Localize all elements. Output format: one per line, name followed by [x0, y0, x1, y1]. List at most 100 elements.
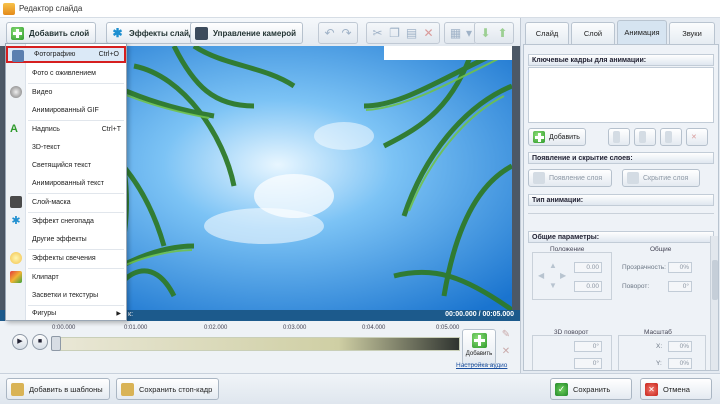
appear-layer-button[interactable]: Появление слоя: [528, 169, 612, 187]
glow-icon: [10, 252, 22, 264]
menu-item-mask-layer[interactable]: Слой-маска: [6, 194, 126, 211]
paste-icon[interactable]: ▤: [405, 26, 418, 40]
submenu-arrow-icon: ▶: [116, 311, 121, 317]
camera-control-label: Управление камерой: [213, 28, 297, 38]
common-label: Общие: [650, 246, 672, 253]
save-button[interactable]: ✓ Сохранить: [550, 378, 632, 400]
menu-item-label: Фото с оживлением: [32, 70, 96, 77]
video-reel-icon: [10, 86, 22, 98]
stop-button[interactable]: ■: [32, 334, 48, 350]
tab-animation[interactable]: Анимация: [617, 20, 667, 44]
layout-group: ▦ ▾: [444, 22, 477, 44]
tab-sounds[interactable]: Звуки: [669, 22, 715, 44]
menu-item-other-effects[interactable]: Другие эффекты: [6, 231, 126, 248]
arrow-down-icon: ▼: [549, 281, 557, 290]
animation-type-heading: Тип анимации:: [528, 194, 714, 206]
add-layer-button[interactable]: Добавить слой: [6, 22, 97, 44]
menu-item-live-photo[interactable]: Фото с оживлением: [6, 65, 126, 82]
menu-item-photo[interactable]: Фотографию Ctrl+O: [6, 46, 126, 63]
move-up-icon[interactable]: ⬆: [496, 26, 509, 40]
move-down-icon[interactable]: ⬇: [479, 26, 492, 40]
timeline-track[interactable]: [56, 337, 460, 351]
menu-item-clipart[interactable]: Клипарт: [6, 269, 126, 286]
menu-item-shortcut: Ctrl+T: [101, 126, 121, 133]
timeline-ruler: 0:00.000 0:01.000 0:02.000 0:03.000 0:04…: [52, 325, 460, 337]
menu-item-label: Видео: [32, 89, 53, 96]
add-keyframe-button[interactable]: Добавить: [528, 128, 586, 146]
delete-keyframe-button[interactable]: ✕: [686, 128, 708, 146]
panel-scrollbar[interactable]: [710, 236, 718, 370]
hide-layer-button[interactable]: Скрытие слоя: [622, 169, 700, 187]
menu-item-animated-text[interactable]: Анимированный текст: [6, 175, 126, 192]
menu-item-3d-text[interactable]: 3D-текст: [6, 139, 126, 156]
add-keyframe-label: Добавить: [549, 133, 580, 141]
cancel-button[interactable]: ✕ Отмена: [640, 378, 712, 400]
brush-keyframe-button[interactable]: [660, 128, 682, 146]
menu-item-video[interactable]: Видео: [6, 84, 126, 101]
menu-item-caption[interactable]: A Надпись Ctrl+T: [6, 121, 126, 138]
menu-item-label: Фотографию: [34, 51, 76, 58]
tick-label: 0:00.000: [52, 325, 76, 331]
play-button[interactable]: ▶: [12, 334, 28, 350]
timeline-add-button[interactable]: Добавить: [462, 329, 496, 365]
add-to-templates-button[interactable]: Добавить в шаблоны: [6, 378, 110, 400]
tab-layer[interactable]: Слой: [571, 22, 615, 44]
text-a-icon: A: [10, 123, 18, 135]
order-group: ⬇ ⬆: [474, 22, 514, 44]
mask-icon: [10, 196, 22, 208]
paste-keyframe-button[interactable]: [634, 128, 656, 146]
keyframes-list[interactable]: [528, 67, 714, 123]
rotate-3d-b-field[interactable]: 0°: [574, 358, 602, 369]
opacity-field[interactable]: 0%: [668, 262, 692, 273]
menu-item-shapes[interactable]: Фигуры ▶: [6, 305, 126, 322]
delete-icon: ✕: [691, 134, 697, 141]
arrow-up-icon: ▲: [549, 261, 557, 270]
plus-icon: [11, 26, 24, 40]
timeline: ▶ ■ 0:00.000 0:01.000 0:02.000 0:03.000 …: [0, 321, 520, 373]
delete-icon[interactable]: ✕: [500, 346, 512, 358]
scale-x-field[interactable]: 0%: [668, 341, 692, 352]
photo-icon: [12, 50, 24, 62]
rotate-field[interactable]: 0°: [668, 281, 692, 292]
freeze-frame-icon: [121, 382, 134, 396]
menu-item-snowfall[interactable]: ✱ Эффект снегопада: [6, 213, 126, 230]
audio-settings-link[interactable]: Настройка аудио: [456, 362, 507, 369]
close-icon: ✕: [645, 382, 658, 396]
sparkle-icon: ✱: [112, 25, 123, 40]
copy-keyframe-button[interactable]: [608, 128, 630, 146]
undo-icon[interactable]: ↶: [323, 26, 336, 40]
position-y-field[interactable]: 0.00: [574, 281, 602, 292]
menu-item-label: Анимированный GIF: [32, 107, 99, 114]
tick-label: 0:05.000: [436, 325, 460, 331]
menu-item-glow-text[interactable]: Светящийся текст: [6, 157, 126, 174]
redo-icon[interactable]: ↷: [340, 26, 353, 40]
panel-tabs: Слайд Слой Анимация Звуки: [523, 20, 719, 44]
delete-icon[interactable]: ✕: [422, 26, 435, 40]
scrollbar-thumb[interactable]: [712, 260, 718, 300]
position-arrowpad[interactable]: ▲ ◀ ▶ ▼: [538, 261, 568, 291]
app-icon: [3, 2, 15, 15]
tab-slide[interactable]: Слайд: [525, 22, 569, 44]
menu-item-label: Эффект снегопада: [32, 218, 94, 225]
chevron-down-icon[interactable]: ▾: [466, 26, 472, 40]
menu-item-gif[interactable]: Анимированный GIF: [6, 102, 126, 119]
camera-control-button[interactable]: Управление камерой: [190, 22, 304, 44]
playhead-handle[interactable]: [51, 336, 61, 351]
position-x-field[interactable]: 0.00: [574, 262, 602, 273]
menu-item-glow-effects[interactable]: Эффекты свечения: [6, 250, 126, 267]
add-layer-menu: Фотографию Ctrl+O Фото с оживлением Виде…: [5, 43, 127, 321]
divider: [528, 213, 714, 214]
general-params-heading: Общие параметры:: [528, 231, 714, 243]
save-freeze-frame-button[interactable]: Сохранить стоп-кадр: [116, 378, 220, 400]
animation-panel: Ключевые кадры для анимации: Добавить ✕ …: [523, 44, 719, 371]
cut-icon[interactable]: ✂: [371, 26, 384, 40]
rotate-3d-a-field[interactable]: 0°: [574, 341, 602, 352]
copy-icon[interactable]: ❐: [388, 26, 401, 40]
menu-item-label: Надпись: [32, 126, 60, 133]
grid-icon[interactable]: ▦: [449, 26, 462, 40]
menu-item-label: 3D-текст: [32, 144, 61, 151]
menu-item-textures[interactable]: Засветки и текстуры: [6, 287, 126, 304]
scale-y-field[interactable]: 0%: [668, 358, 692, 369]
edit-icon[interactable]: ✎: [500, 329, 512, 341]
cancel-label: Отмена: [663, 384, 690, 394]
